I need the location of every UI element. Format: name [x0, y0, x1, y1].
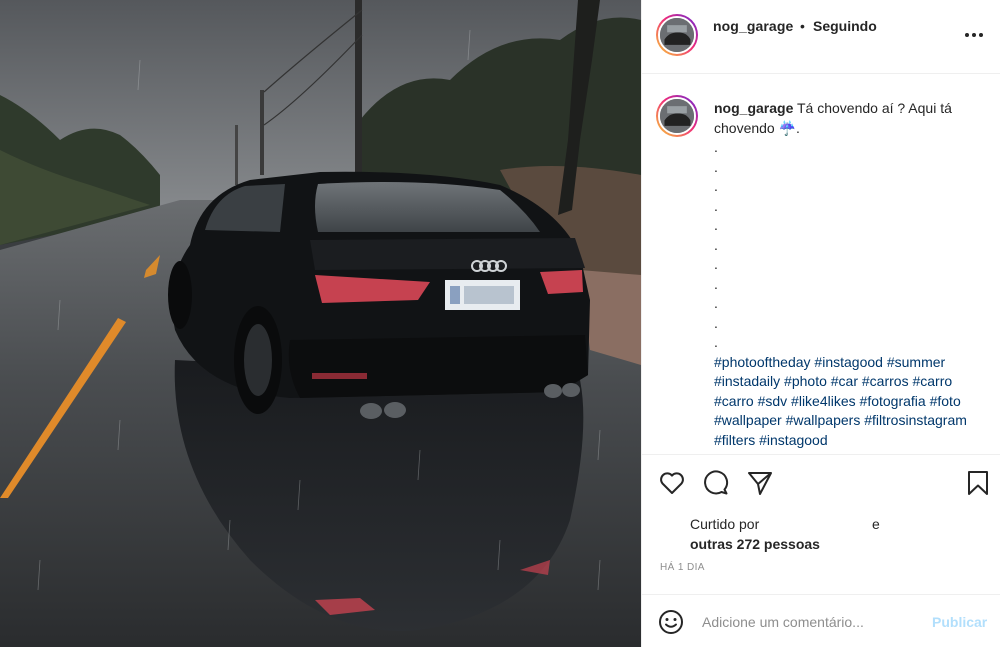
- likes-count[interactable]: outras 272 pessoas: [690, 536, 820, 552]
- caption-dot: .: [714, 334, 718, 350]
- hashtag-link[interactable]: #filtrosinstagram: [864, 412, 967, 428]
- following-button[interactable]: Seguindo: [813, 18, 877, 34]
- caption-end: .: [796, 119, 800, 136]
- emoji-face-icon[interactable]: [658, 609, 684, 635]
- paper-plane-icon[interactable]: [746, 469, 774, 497]
- hashtag-link[interactable]: #photo: [784, 373, 827, 389]
- hashtag-link[interactable]: #summer: [887, 354, 945, 370]
- caption-hashtags: #photooftheday #instagood #summer #insta…: [714, 353, 990, 451]
- hashtag-link[interactable]: #sdv: [758, 393, 788, 409]
- hashtag-link[interactable]: #like4likes: [791, 393, 856, 409]
- publish-button[interactable]: Publicar: [932, 614, 987, 630]
- caption-username[interactable]: nog_garage: [714, 100, 793, 116]
- caption-dot: .: [714, 139, 718, 155]
- hashtag-link[interactable]: #car: [831, 373, 858, 389]
- avatar-image-icon: [660, 99, 694, 133]
- hashtag-link[interactable]: #photooftheday: [714, 354, 811, 370]
- caption-dot: .: [714, 178, 718, 194]
- comment-icon[interactable]: [702, 469, 730, 497]
- post-photo[interactable]: [0, 0, 641, 647]
- caption-area: nog_garage Tá chovendo aí ? Aqui tá chov…: [642, 75, 1000, 453]
- liked-by-prefix: Curtido por: [690, 516, 760, 532]
- hashtag-link[interactable]: #fotografia: [860, 393, 926, 409]
- hashtag-link[interactable]: #instagood: [814, 354, 883, 370]
- comment-box: Publicar: [642, 594, 1000, 647]
- hashtag-link[interactable]: #carros: [862, 373, 909, 389]
- hashtag-link[interactable]: #wallpaper: [714, 412, 782, 428]
- liked-by-line: Curtido por e: [690, 516, 880, 532]
- heart-icon[interactable]: [658, 469, 686, 497]
- post-side-panel: nog_garage • Seguindo nog_garage Tá chov…: [641, 0, 1000, 647]
- caption-body: nog_garage Tá chovendo aí ? Aqui tá chov…: [714, 99, 990, 450]
- hashtag-link[interactable]: #instadaily: [714, 373, 780, 389]
- post-timestamp[interactable]: HÁ 1 DIA: [660, 562, 705, 573]
- caption-dot: .: [714, 197, 718, 214]
- caption-dot: .: [714, 314, 718, 331]
- author-username[interactable]: nog_garage: [713, 18, 793, 34]
- caption-text: nog_garage Tá chovendo aí ? Aqui tá chov…: [714, 99, 990, 138]
- caption-avatar[interactable]: [656, 95, 698, 137]
- hashtag-link[interactable]: #foto: [930, 393, 961, 409]
- car-photo-illustration: [0, 0, 641, 647]
- caption-dot: .: [714, 275, 718, 292]
- bookmark-icon[interactable]: [964, 469, 992, 497]
- caption-dot: .: [714, 295, 718, 311]
- comment-input[interactable]: [702, 611, 922, 633]
- hashtag-link[interactable]: #instagood: [759, 432, 828, 448]
- caption-dots: ...........: [714, 138, 990, 353]
- author-avatar[interactable]: [656, 14, 698, 56]
- post-header: nog_garage • Seguindo: [642, 0, 1000, 74]
- post-actions: Curtido por e outras 272 pessoas HÁ 1 DI…: [642, 454, 1000, 594]
- header-separator: •: [800, 18, 805, 34]
- caption-dot: .: [714, 217, 718, 233]
- rain-emoji-icon: ☔: [778, 119, 797, 136]
- hashtag-link[interactable]: #wallpapers: [786, 412, 861, 428]
- avatar-image-icon: [660, 18, 694, 52]
- caption-dot: .: [714, 158, 718, 175]
- more-options-icon[interactable]: [964, 27, 984, 43]
- hashtag-link[interactable]: #filters: [714, 432, 755, 448]
- caption-dot: .: [714, 236, 718, 253]
- liked-by-suffix: e: [872, 516, 880, 532]
- caption-dot: .: [714, 256, 718, 272]
- hashtag-link[interactable]: #carro: [714, 393, 754, 409]
- hashtag-link[interactable]: #carro: [912, 373, 952, 389]
